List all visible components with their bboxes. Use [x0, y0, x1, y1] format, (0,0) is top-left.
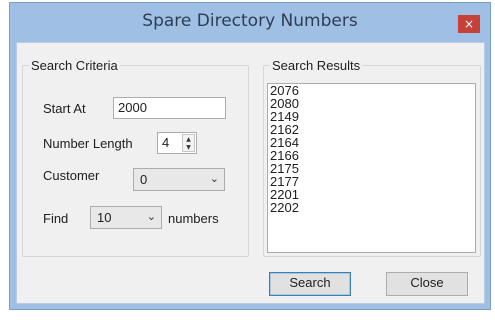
customer-label: Customer — [43, 168, 100, 183]
spin-down-icon[interactable]: ▼ — [183, 143, 194, 151]
list-item[interactable]: 2076 — [268, 84, 475, 97]
dialog-body: Search Criteria Start At 2000 Number Len… — [16, 42, 485, 304]
close-window-button[interactable]: × — [458, 15, 480, 33]
spin-up-icon[interactable]: ▲ — [183, 135, 194, 143]
search-button[interactable]: Search — [269, 272, 351, 296]
customer-select[interactable]: 0 ⌄ — [133, 168, 225, 191]
title-bar[interactable]: Spare Directory Numbers × — [10, 3, 490, 43]
window-title: Spare Directory Numbers — [142, 11, 358, 31]
list-item[interactable]: 2201 — [268, 188, 475, 201]
chevron-down-icon: ⌄ — [209, 173, 219, 185]
close-icon: × — [463, 17, 475, 31]
customer-selected-value: 0 — [140, 172, 148, 187]
close-button[interactable]: Close — [386, 272, 468, 296]
number-length-stepper[interactable]: 4 ▲ ▼ — [157, 132, 197, 154]
list-item[interactable]: 2202 — [268, 201, 475, 214]
number-length-value: 4 — [162, 135, 170, 150]
search-criteria-legend: Search Criteria — [31, 58, 118, 73]
number-length-label: Number Length — [43, 136, 133, 151]
list-item[interactable]: 2164 — [268, 136, 475, 149]
start-at-label: Start At — [43, 101, 86, 116]
start-at-input[interactable]: 2000 — [113, 97, 226, 119]
find-count-value: 10 — [97, 210, 112, 225]
list-item[interactable]: 2162 — [268, 123, 475, 136]
numbers-label: numbers — [168, 211, 219, 226]
spin-buttons[interactable]: ▲ ▼ — [182, 134, 195, 152]
dialog-window: Spare Directory Numbers × Search Criteri… — [9, 2, 491, 310]
search-results-legend: Search Results — [272, 58, 361, 73]
chevron-down-icon: ⌄ — [146, 211, 156, 223]
find-count-select[interactable]: 10 ⌄ — [90, 206, 162, 229]
list-item[interactable]: 2149 — [268, 110, 475, 123]
list-item[interactable]: 2177 — [268, 175, 475, 188]
results-listbox[interactable]: 2076 2080 2149 2162 2164 2166 2175 2177 … — [267, 83, 476, 253]
list-item[interactable]: 2080 — [268, 97, 475, 110]
find-label: Find — [43, 211, 69, 226]
list-item[interactable]: 2166 — [268, 149, 475, 162]
list-item[interactable]: 2175 — [268, 162, 475, 175]
